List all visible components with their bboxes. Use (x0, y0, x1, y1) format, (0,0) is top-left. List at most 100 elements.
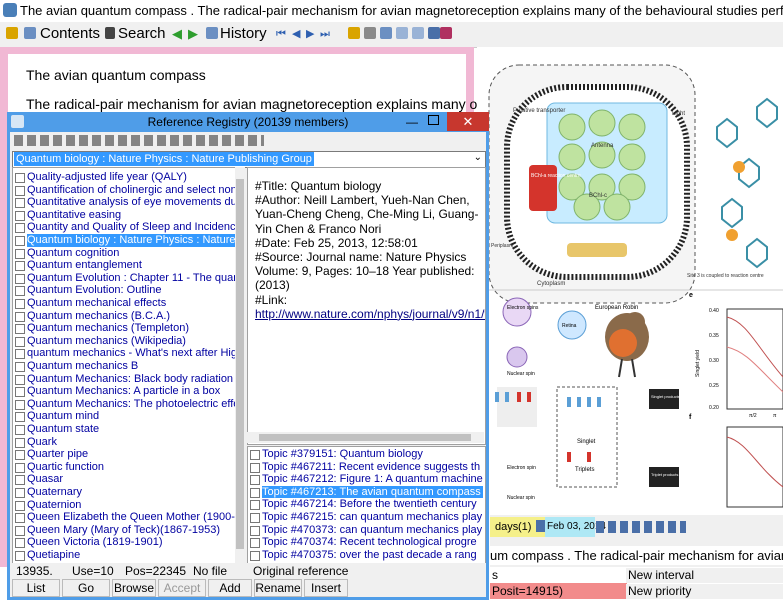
list-item[interactable]: Quantum mechanics (B.C.A.) (13, 310, 235, 323)
list-item[interactable]: Quantum entanglement (13, 259, 235, 272)
list-item-checkbox[interactable] (15, 324, 25, 335)
list-item-checkbox[interactable] (15, 198, 25, 209)
search-button[interactable]: Search (118, 24, 166, 44)
list-item[interactable]: Quarter pipe (13, 448, 235, 461)
list-item[interactable]: Quark (13, 436, 235, 449)
list-item-checkbox[interactable] (15, 210, 25, 221)
registry-toolbar-icons[interactable] (14, 135, 264, 146)
list-item[interactable]: Queen Elizabeth the Queen Mother (1900-2 (13, 511, 235, 524)
list-item[interactable]: Quantum mechanics (Wikipedia) (13, 335, 235, 348)
list-scroll-thumb[interactable] (236, 179, 244, 549)
history-button[interactable]: History (220, 24, 267, 44)
contents-button[interactable]: Contents (40, 24, 100, 44)
list-item[interactable]: Queen Mary (Mary of Teck)(1867-1953) (13, 524, 235, 537)
accept-button[interactable]: Accept (158, 579, 206, 597)
list-item-checkbox[interactable] (15, 299, 25, 309)
list-item[interactable]: quantum mechanics - What's next after Hi… (13, 347, 235, 360)
list-item-checkbox[interactable] (15, 273, 25, 284)
topic-checkbox[interactable] (250, 513, 260, 523)
list-item-checkbox[interactable] (15, 462, 25, 473)
last-icon[interactable]: ⏭ (320, 24, 330, 44)
topic-item[interactable]: Topic #467214: Before the twentieth cent… (248, 498, 485, 511)
close-button[interactable]: ✕ (447, 112, 489, 131)
back-arrow-icon[interactable]: ◀ (172, 24, 182, 44)
list-item-checkbox[interactable] (15, 374, 25, 385)
add-button[interactable]: Add (208, 579, 252, 597)
list-item[interactable]: Quantification of cholinergic and select… (13, 184, 235, 197)
list-item[interactable]: Quantum Mechanics: Black body radiation (13, 373, 235, 386)
list-item-checkbox[interactable] (15, 425, 25, 435)
list-item-checkbox[interactable] (15, 399, 25, 410)
list-item-checkbox[interactable] (15, 336, 25, 347)
list-item-checkbox[interactable] (15, 223, 25, 234)
strip-toolbar-icons[interactable] (596, 521, 686, 533)
list-item-checkbox[interactable] (15, 173, 25, 183)
topic-checkbox[interactable] (250, 475, 260, 486)
browse-button[interactable]: Browse (112, 579, 156, 597)
list-item-checkbox[interactable] (15, 475, 25, 486)
list-button[interactable]: List (12, 579, 60, 597)
list-item[interactable]: Quantum Evolution : Chapter 11 - The qua… (13, 272, 235, 285)
topic-item[interactable]: Topic #467215: can quantum mechanics pla… (248, 511, 485, 524)
list-item-checkbox[interactable] (15, 362, 25, 372)
list-item-checkbox[interactable] (15, 450, 25, 461)
font-icon[interactable] (364, 27, 376, 39)
page-icon[interactable] (412, 27, 424, 39)
list-item[interactable]: Quetiapine (13, 549, 235, 562)
list-item[interactable]: Quasar (13, 473, 235, 486)
list-item[interactable]: Quantum state (13, 423, 235, 436)
rename-button[interactable]: Rename (254, 579, 302, 597)
insert-button[interactable]: Insert (304, 579, 348, 597)
list-item-checkbox[interactable] (15, 311, 25, 322)
topic-checkbox[interactable] (250, 500, 260, 511)
book-icon[interactable] (440, 27, 452, 39)
list-item[interactable]: Quantum Mechanics: A particle in a box (13, 385, 235, 398)
list-item-checkbox[interactable] (15, 538, 25, 549)
first-icon[interactable]: ⏮ (276, 24, 286, 44)
detail-scroll-thumb[interactable] (259, 434, 471, 441)
list-item-checkbox[interactable] (15, 261, 25, 272)
window-icon[interactable] (428, 27, 440, 39)
topic-item[interactable]: Topic #470374: Recent technological prog… (248, 536, 485, 549)
topic-item[interactable]: Topic #470375: over the past decade a ra… (248, 549, 485, 562)
list-item[interactable]: Quantum mechanics B (13, 360, 235, 373)
mail-icon[interactable] (396, 27, 408, 39)
list-item[interactable]: Quality-adjusted life year (QALY) (13, 171, 235, 184)
registry-combo[interactable]: Quantum biology : Nature Physics : Natur… (12, 151, 486, 168)
registry-list[interactable]: Quality-adjusted life year (QALY) Quantif… (12, 167, 236, 565)
list-item[interactable]: Quantum biology : Nature Physics : Natur… (13, 234, 235, 247)
topic-checkbox[interactable] (250, 550, 260, 561)
topic-checkbox[interactable] (250, 538, 260, 549)
topic-item[interactable]: Topic #379151: Quantum biology (248, 448, 485, 461)
list-item[interactable]: Quantitative easing (13, 209, 235, 222)
new-priority-button[interactable]: New priority (626, 584, 783, 599)
new-interval-button[interactable]: New interval (626, 568, 783, 583)
topic-checkbox[interactable] (250, 450, 260, 460)
detail-hscrollbar[interactable] (247, 432, 484, 443)
detail-link[interactable]: http://www.nature.com/nphys/journal/v9/n… (255, 307, 485, 321)
calendar-icon[interactable] (536, 520, 545, 532)
maximize-button[interactable] (428, 115, 439, 125)
list-item-checkbox[interactable] (15, 185, 25, 196)
chevron-down-icon[interactable]: ⌄ (474, 152, 482, 163)
topics-list[interactable]: Topic #379151: Quantum biology Topic #467… (247, 446, 486, 565)
list-item-checkbox[interactable] (15, 286, 25, 297)
folder-icon[interactable] (6, 27, 18, 39)
list-item-checkbox[interactable] (15, 500, 25, 511)
list-item-checkbox[interactable] (15, 248, 25, 259)
list-item-checkbox[interactable] (15, 513, 25, 524)
list-item-checkbox[interactable] (15, 488, 25, 498)
next-icon[interactable]: ▶ (306, 24, 314, 44)
topic-checkbox[interactable] (250, 525, 260, 536)
prev-icon[interactable]: ◀ (292, 24, 300, 44)
list-item[interactable]: Quantum Evolution: Outline (13, 284, 235, 297)
list-item-checkbox[interactable] (15, 412, 25, 423)
key-icon[interactable] (348, 27, 360, 39)
list-item[interactable]: Quaternion (13, 499, 235, 512)
list-item-checkbox[interactable] (15, 387, 25, 398)
topic-checkbox[interactable] (250, 462, 260, 473)
list-item[interactable]: Queen Victoria (1819-1901) (13, 536, 235, 549)
go-button[interactable]: Go (62, 579, 110, 597)
minimize-button[interactable]: — (406, 115, 418, 129)
topic-item[interactable]: Topic #470373: can quantum mechanics pla… (248, 524, 485, 537)
